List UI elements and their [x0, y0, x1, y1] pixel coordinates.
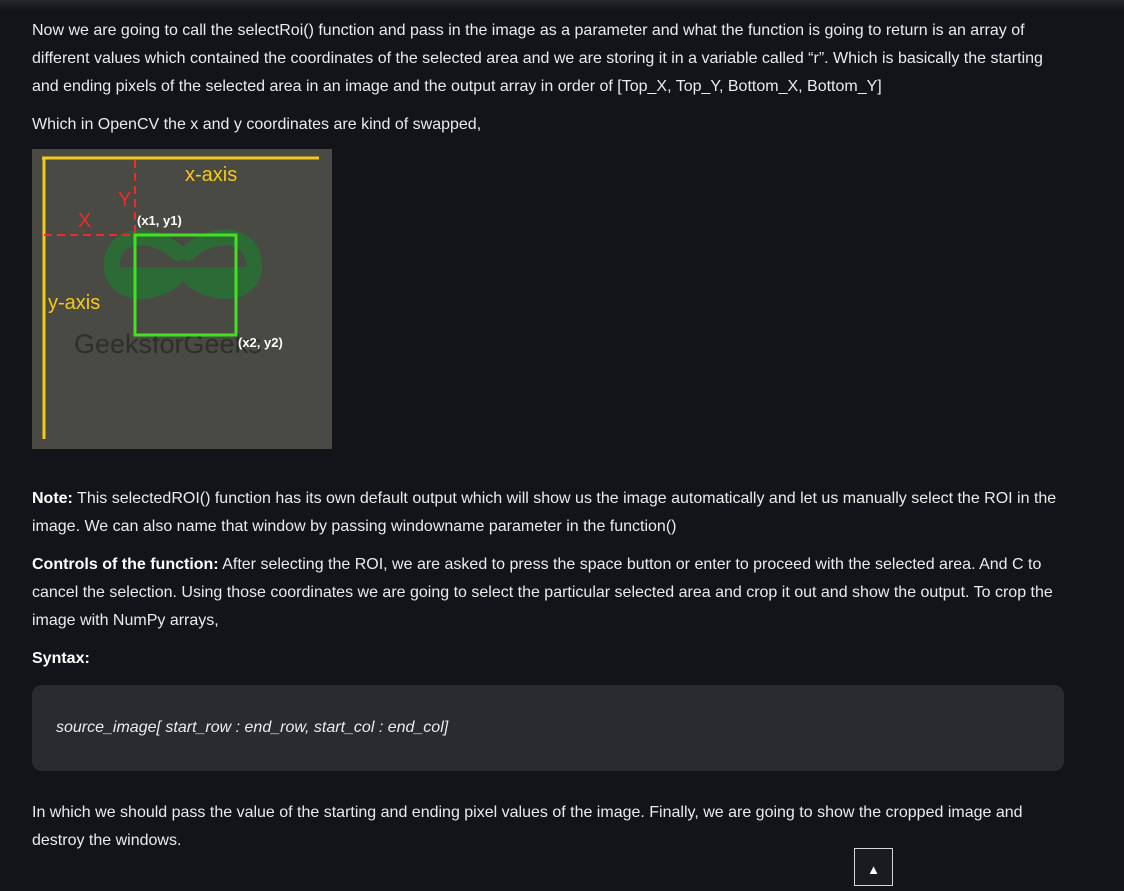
controls-label: Controls of the function:	[32, 556, 219, 573]
swapped-paragraph: Which in OpenCV the x and y coordinates …	[32, 116, 482, 133]
code-block: source_image[ start_row : end_row, start…	[32, 685, 1064, 771]
y-axis-label: y-axis	[48, 292, 100, 314]
coordinate-diagram: GeeksforGeeks X Y x-axis y-axis (x1, y1)…	[32, 149, 332, 449]
syntax-label: Syntax:	[32, 650, 90, 667]
intro-paragraph: Now we are going to call the selectRoi()…	[32, 22, 1043, 95]
article-body: Now we are going to call the selectRoi()…	[32, 17, 1072, 865]
closing-paragraph: In which we should pass the value of the…	[32, 804, 1023, 849]
note-text: This selectedROI() function has its own …	[32, 490, 1057, 535]
note-paragraph: Note: This selectedROI() function has it…	[32, 485, 1072, 541]
x-offset-label: X	[78, 210, 91, 232]
x-axis-label: x-axis	[185, 164, 237, 186]
syntax-heading: Syntax:	[32, 645, 1072, 673]
header-shadow	[0, 0, 1124, 10]
top-left-point-label: (x1, y1)	[137, 213, 182, 228]
caret-up-icon: ▲	[867, 862, 880, 877]
controls-paragraph: Controls of the function: After selectin…	[32, 551, 1072, 635]
code-text: source_image[ start_row : end_row, start…	[56, 719, 449, 736]
note-label: Note:	[32, 490, 73, 507]
y-offset-label: Y	[118, 189, 131, 211]
back-to-top-button[interactable]: ▲	[854, 848, 893, 886]
bottom-right-point-label: (x2, y2)	[238, 335, 283, 350]
